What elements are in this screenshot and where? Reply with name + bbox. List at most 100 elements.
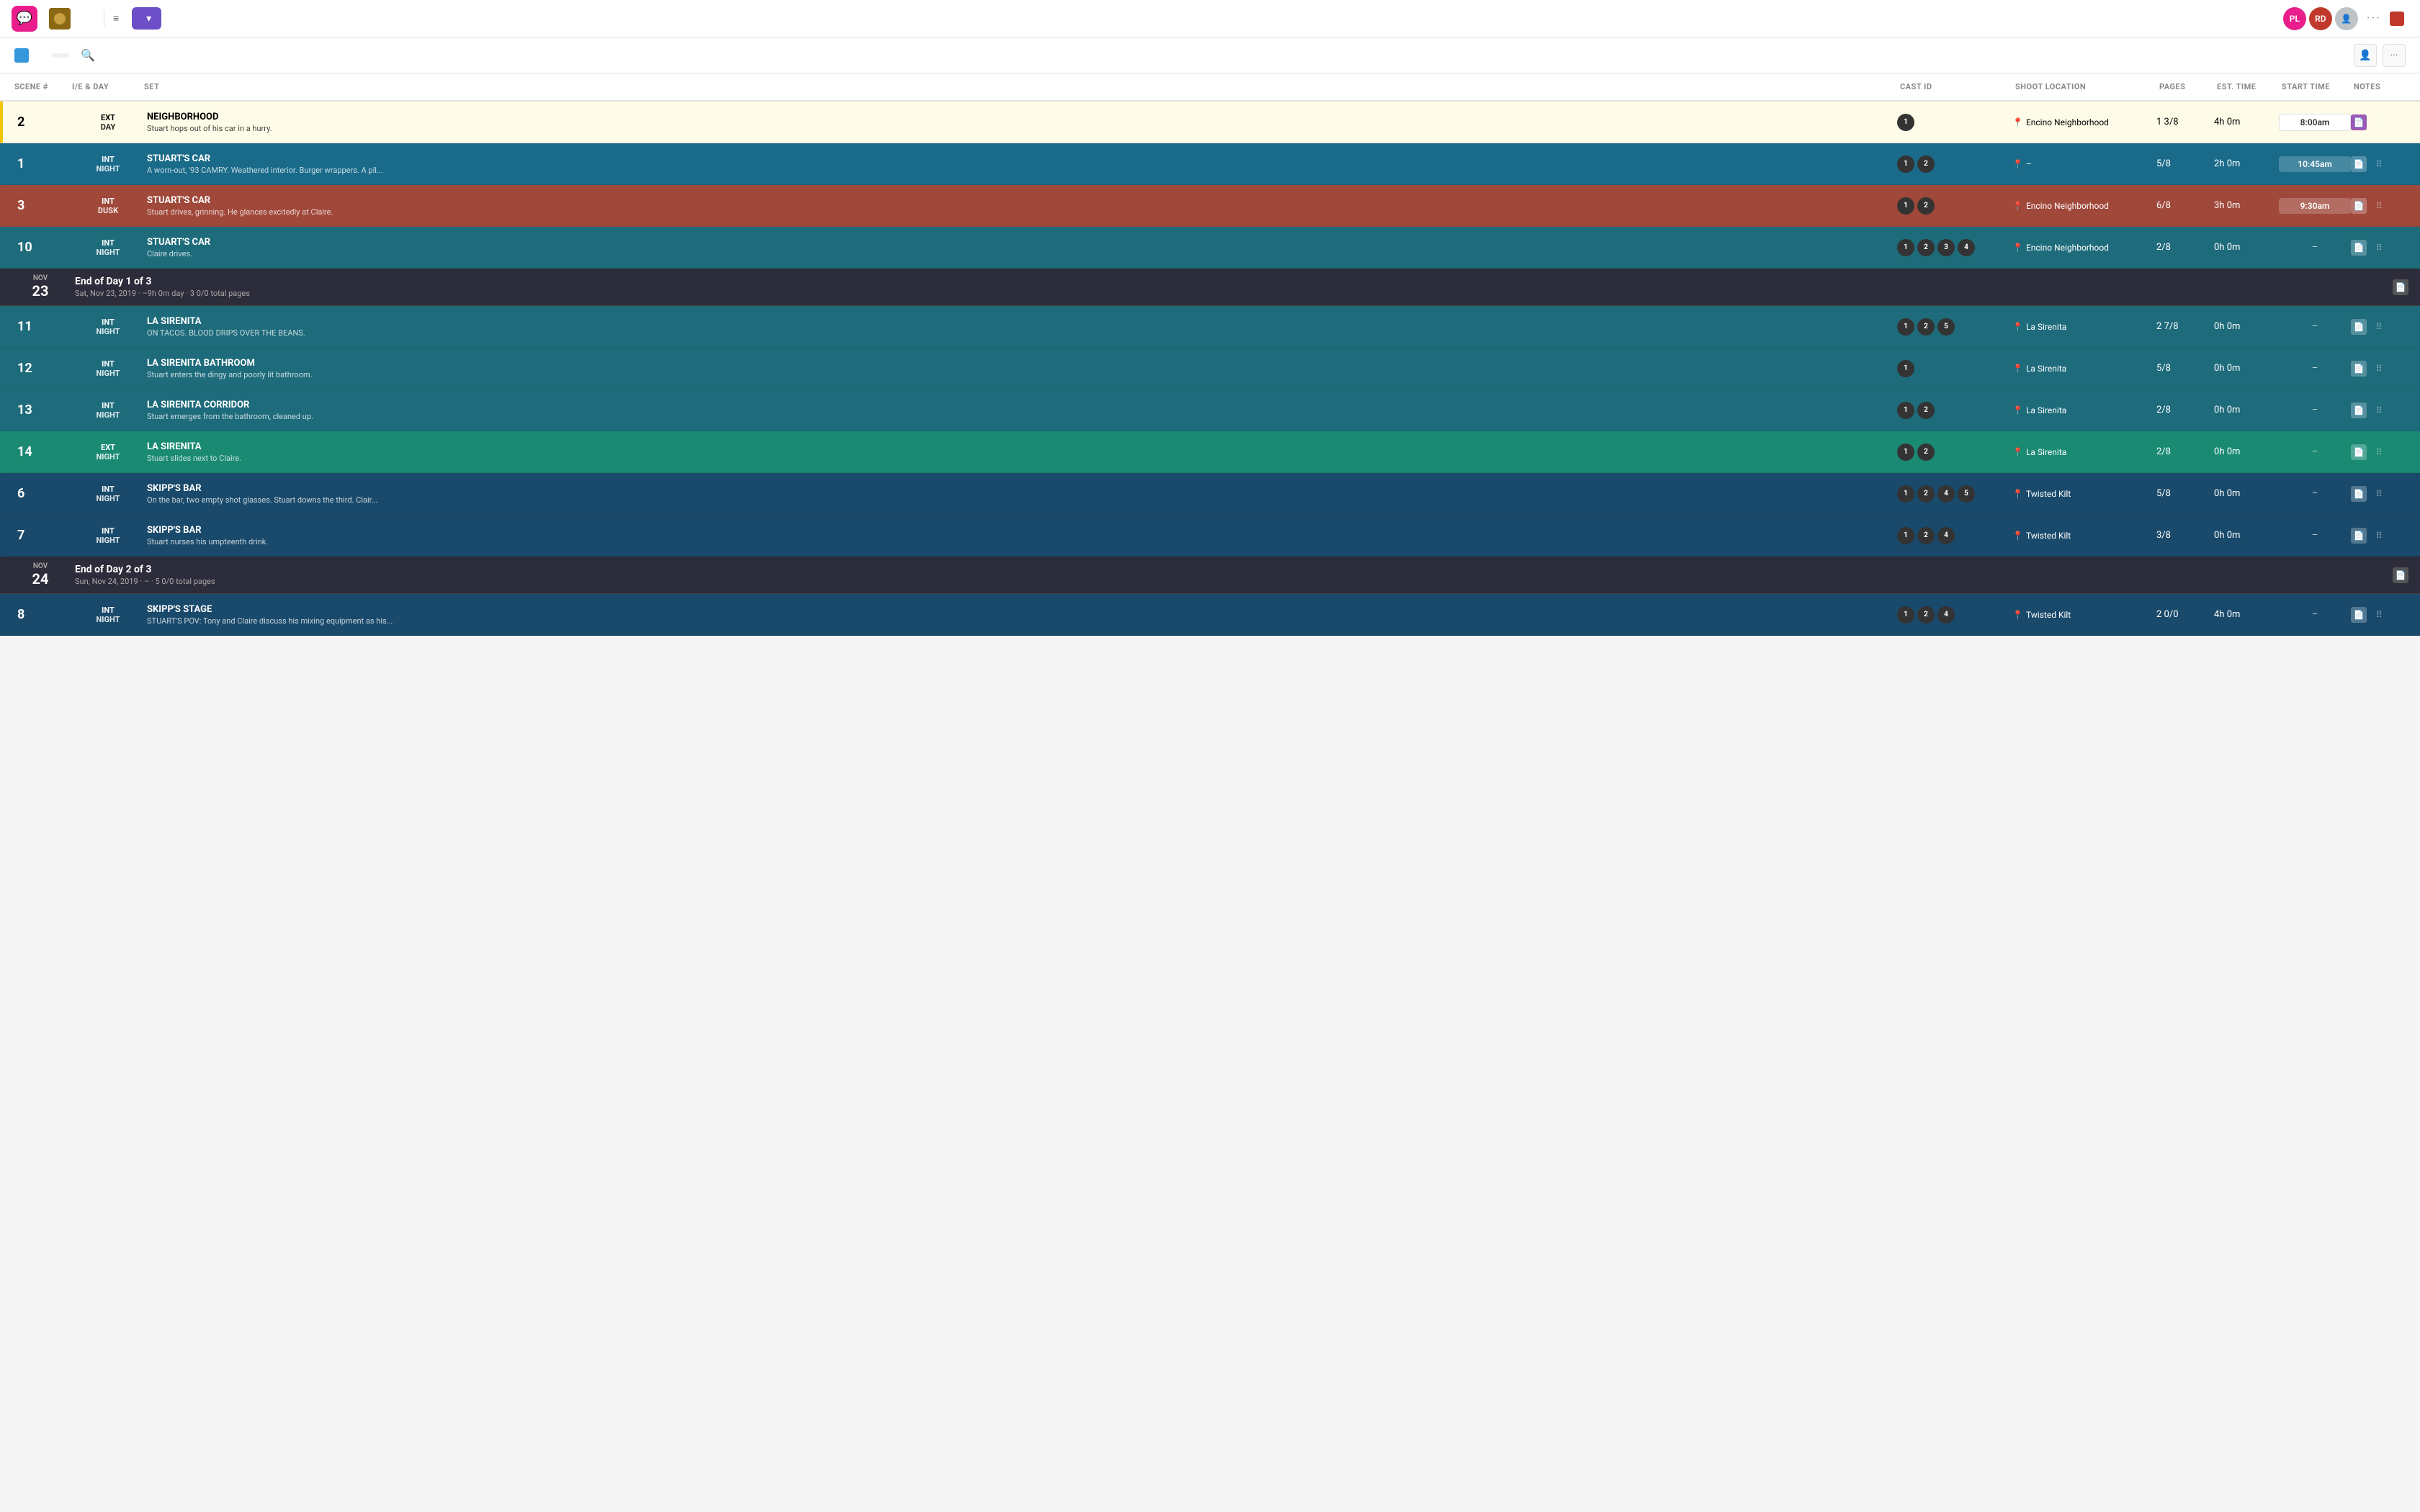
app-logo: 💬	[12, 6, 37, 32]
cast-badge-4: 4	[1937, 485, 1955, 503]
location: 📍 Twisted Kilt	[2012, 610, 2156, 620]
pages-value: 3/8	[2156, 530, 2214, 541]
start-time-value: 10:45am	[2279, 156, 2351, 172]
drag-icon[interactable]: ⠿	[2371, 361, 2387, 377]
avatar-red[interactable]: RD	[2309, 7, 2332, 30]
location-name: Twisted Kilt	[2026, 489, 2071, 499]
set-name: LA SIRENITA	[147, 316, 1894, 327]
scene-number: 13	[14, 400, 72, 420]
day-type: DAY	[101, 122, 116, 132]
cast-ids: 12	[1897, 156, 2012, 173]
cast-ids: 12	[1897, 197, 2012, 215]
drag-icon[interactable]: ⠿	[2371, 240, 2387, 256]
drag-icon[interactable]: ⠿	[2371, 156, 2387, 172]
day-type: NIGHT	[97, 327, 120, 336]
location-name: Twisted Kilt	[2026, 531, 2071, 541]
est-time-value: 0h 0m	[2214, 405, 2279, 415]
avatar-gray[interactable]: 👤	[2335, 7, 2358, 30]
note-icon[interactable]: 📄	[2351, 114, 2367, 130]
drag-icon[interactable]: ⠿	[2371, 607, 2387, 623]
drag-icon[interactable]: ⠿	[2371, 402, 2387, 418]
eod-note-icon[interactable]: 📄	[2393, 279, 2408, 295]
note-icon[interactable]: 📄	[2351, 361, 2367, 377]
scene-number: 12	[14, 358, 72, 379]
cast-badge-2: 2	[1917, 527, 1935, 544]
project-selector[interactable]	[49, 8, 78, 30]
note-icon[interactable]: 📄	[2351, 198, 2367, 214]
cast-badge-2: 2	[1917, 318, 1935, 336]
drag-icon[interactable]: ⠿	[2371, 114, 2387, 130]
search-button[interactable]: 🔍	[81, 48, 95, 62]
schedule-row: 7 INT NIGHT SKIPP'S BAR Stuart nurses hi…	[0, 515, 2420, 557]
set-name: STUART'S CAR	[147, 195, 1894, 206]
interior-exterior: INT	[102, 401, 115, 410]
eod-note: 📄	[2351, 279, 2408, 295]
avatar-pink[interactable]: PL	[2283, 7, 2306, 30]
col-pages: PAGES	[2156, 79, 2214, 94]
note-icon[interactable]: 📄	[2351, 319, 2367, 335]
drag-icon[interactable]: ⠿	[2371, 198, 2387, 214]
set-name: SKIPP'S STAGE	[147, 604, 1894, 615]
note-icon[interactable]: 📄	[2351, 240, 2367, 256]
interior-exterior: EXT	[101, 443, 115, 452]
start-time-dash: –	[2279, 488, 2351, 499]
ie-day: INT NIGHT	[72, 238, 144, 257]
cast-ids: 1245	[1897, 485, 2012, 503]
est-time-value: 4h 0m	[2214, 117, 2279, 127]
pin-icon: 📍	[2012, 117, 2023, 127]
cast-badge-1: 1	[1897, 444, 1914, 461]
start-time-value: 8:00am	[2279, 114, 2351, 131]
top-nav: 💬 ≡ ▾ PL RD 👤 ···	[0, 0, 2420, 37]
note-icon[interactable]: 📄	[2351, 444, 2367, 460]
view-only-button[interactable]: ▾	[132, 7, 161, 30]
scene-number: 3	[14, 195, 72, 216]
set-info: LA SIRENITA ON TACOS. BLOOD DRIPS OVER T…	[144, 315, 1897, 339]
sb-icon	[2390, 12, 2404, 26]
person-icon-button[interactable]: 👤	[2354, 44, 2377, 67]
interior-exterior: INT	[102, 238, 115, 248]
note-icon[interactable]: 📄	[2351, 402, 2367, 418]
cast-badge-3: 3	[1937, 239, 1955, 256]
drag-icon[interactable]: ⠿	[2371, 528, 2387, 544]
set-info: SKIPP'S STAGE STUART'S POV: Tony and Cla…	[144, 603, 1897, 627]
note-icon[interactable]: 📄	[2351, 607, 2367, 623]
note-icon[interactable]: 📄	[2351, 528, 2367, 544]
drag-icon[interactable]: ⠿	[2371, 444, 2387, 460]
set-name: SKIPP'S BAR	[147, 483, 1894, 494]
ie-day: EXT NIGHT	[72, 443, 144, 462]
scene-number: 6	[14, 483, 72, 504]
note-icon[interactable]: 📄	[2351, 486, 2367, 502]
day-type: NIGHT	[97, 248, 120, 257]
day-type: NIGHT	[97, 164, 120, 174]
scene-number: 1	[14, 153, 72, 174]
drag-icon[interactable]: ⠿	[2371, 486, 2387, 502]
eod-note-icon[interactable]: 📄	[2393, 567, 2408, 583]
cast-badge-1: 1	[1897, 402, 1914, 419]
end-of-day-row: NOV 24 End of Day 2 of 3 Sun, Nov 24, 20…	[0, 557, 2420, 594]
notes-cell: 📄 ⠿	[2351, 444, 2408, 460]
eod-month: NOV	[12, 274, 69, 282]
set-info: NEIGHBORHOOD Stuart hops out of his car …	[144, 110, 1897, 135]
drag-icon[interactable]: ⠿	[2371, 319, 2387, 335]
schedule-row: 2 EXT DAY NEIGHBORHOOD Stuart hops out o…	[0, 102, 2420, 143]
eod-day: 23	[12, 282, 69, 300]
cast-ids: 125	[1897, 318, 2012, 336]
ie-day: INT DUSK	[72, 197, 144, 215]
cast-ids: 12	[1897, 444, 2012, 461]
cast-badge-4: 4	[1937, 527, 1955, 544]
note-icon[interactable]: 📄	[2351, 156, 2367, 172]
more-icon-button[interactable]: ···	[2383, 44, 2406, 67]
stripboards-nav[interactable]: ≡	[113, 12, 123, 24]
location-name: –	[2026, 159, 2032, 169]
more-button[interactable]: ···	[2367, 11, 2381, 26]
interior-exterior: INT	[102, 197, 115, 206]
strips-badge	[52, 53, 69, 58]
cast-badge-2: 2	[1917, 197, 1935, 215]
ie-day: INT NIGHT	[72, 526, 144, 545]
start-time-dash: –	[2279, 405, 2351, 415]
eod-title: End of Day 2 of 3	[75, 564, 2351, 575]
set-name: NEIGHBORHOOD	[147, 112, 1894, 122]
pin-icon: 📍	[2012, 610, 2023, 620]
ie-day: EXT DAY	[72, 113, 144, 132]
notes-cell: 📄 ⠿	[2351, 528, 2408, 544]
